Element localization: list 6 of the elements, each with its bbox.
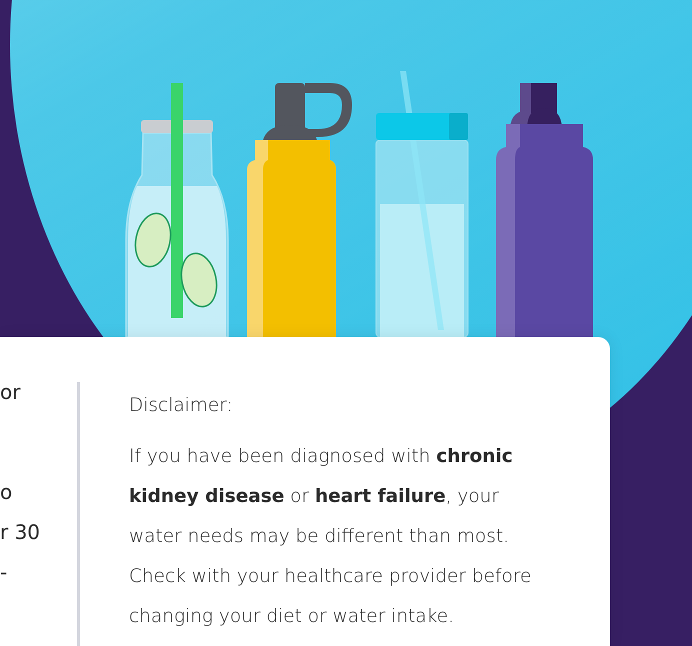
text-line: r 30 xyxy=(0,519,42,546)
text-line: or xyxy=(0,379,22,406)
disclaimer-text: If you have been diagnosed with chronic kidney disease or heart failure, your water needs may be different than most. Check with your healthcare provider before changing your diet or water intake. xyxy=(129,445,532,629)
text-line: - xyxy=(0,559,8,586)
disclaimer-heading: Disclaimer: xyxy=(129,394,234,418)
text-line: o xyxy=(0,479,14,506)
